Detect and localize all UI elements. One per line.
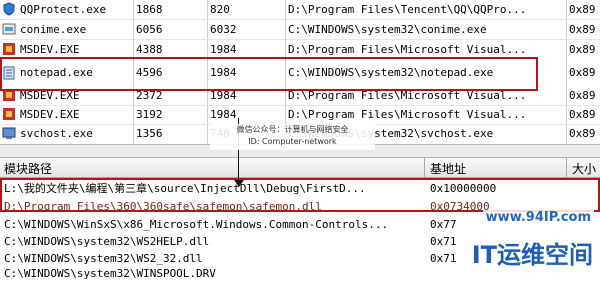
wechat-watermark: 微信公众号：计算机与网络安全 ID: Computer-network bbox=[210, 124, 375, 150]
process-base: 0x89 bbox=[569, 89, 596, 102]
column-header-path[interactable]: 模块路径 bbox=[4, 160, 52, 177]
module-path: C:\WINDOWS\WinSxS\x86_Microsoft.Windows.… bbox=[4, 218, 389, 231]
process-path: C:\WINDOWS\system32\conime.exe bbox=[288, 23, 487, 36]
module-path: C:\WINDOWS\system32\WINSPOOL.DRV bbox=[4, 267, 216, 280]
visual-studio-icon bbox=[3, 43, 15, 55]
process-ppid: 1984 bbox=[210, 108, 237, 121]
module-list-header: 模块路径 基地址 大小 bbox=[0, 158, 600, 178]
logo-site: www.94IP.com bbox=[482, 210, 594, 225]
process-pid: 3192 bbox=[136, 108, 163, 121]
column-header-base[interactable]: 基地址 bbox=[430, 160, 466, 177]
watermark-line: 微信公众号：计算机与网络安全 bbox=[236, 125, 349, 134]
process-base: 0x89 bbox=[569, 108, 596, 121]
arrow-head-icon bbox=[234, 180, 244, 187]
service-host-icon bbox=[2, 127, 16, 139]
process-pid: 1868 bbox=[136, 3, 163, 16]
process-name: conime.exe bbox=[20, 23, 87, 36]
process-name: svchost.exe bbox=[20, 127, 93, 140]
process-pid: 1356 bbox=[136, 127, 163, 140]
site-logo: www.94IP.com IT运维空间 bbox=[440, 204, 600, 272]
notepad-highlight-box bbox=[0, 57, 538, 91]
header-divider[interactable] bbox=[424, 158, 425, 178]
process-row[interactable]: MSDEV.EXE 3192 1984 D:\Program Files\Mic… bbox=[0, 105, 600, 124]
process-name: MSDEV.EXE bbox=[20, 108, 80, 121]
process-base: 0x89 bbox=[569, 3, 596, 16]
ime-icon bbox=[2, 23, 16, 35]
process-base: 0x89 bbox=[569, 127, 596, 140]
watermark-id: ID: Computer-network bbox=[248, 137, 337, 146]
shield-icon bbox=[3, 2, 15, 16]
logo-brand: IT运维空间 bbox=[468, 235, 596, 270]
process-pid: 6056 bbox=[136, 23, 163, 36]
visual-studio-icon bbox=[3, 108, 15, 120]
process-name: QQProtect.exe bbox=[20, 3, 107, 16]
process-ppid: 6032 bbox=[210, 23, 237, 36]
process-row[interactable]: QQProtect.exe 1868 820 D:\Program Files\… bbox=[0, 0, 600, 19]
module-path: C:\WINDOWS\system32\WS2HELP.dll bbox=[4, 235, 210, 248]
header-divider[interactable] bbox=[566, 158, 567, 178]
process-base: 0x89 bbox=[569, 43, 596, 56]
process-ppid: 820 bbox=[210, 3, 230, 16]
column-header-size[interactable]: 大小 bbox=[572, 160, 596, 177]
process-path: D:\Program Files\Tencent\QQ\QQPro... bbox=[288, 3, 527, 16]
process-row[interactable]: conime.exe 6056 6032 C:\WINDOWS\system32… bbox=[0, 20, 600, 39]
module-path: C:\WINDOWS\system32\WS2_32.dll bbox=[4, 252, 203, 265]
process-base: 0x89 bbox=[569, 23, 596, 36]
process-base: 0x89 bbox=[569, 66, 596, 79]
process-path: D:\Program Files\Microsoft Visual... bbox=[288, 108, 527, 121]
